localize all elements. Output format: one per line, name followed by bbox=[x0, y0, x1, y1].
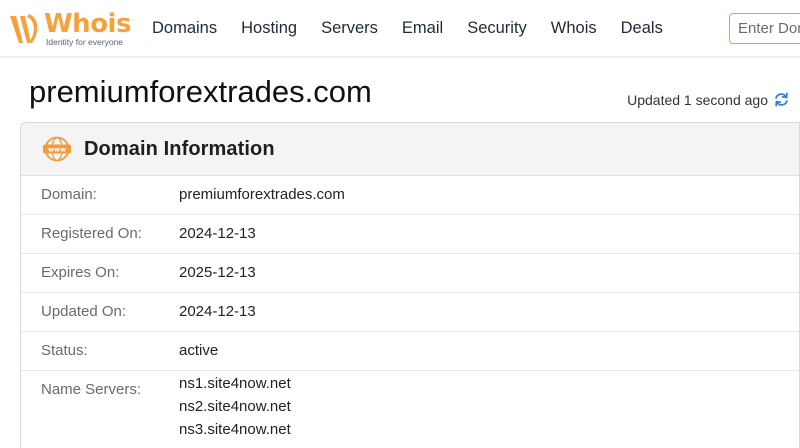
www-icon: www bbox=[43, 136, 71, 162]
nav-item-domains[interactable]: Domains bbox=[152, 19, 217, 38]
row-value: 2025-12-13 bbox=[179, 264, 256, 281]
logo-wordmark: Whois bbox=[44, 9, 131, 39]
nav-item-deals[interactable]: Deals bbox=[621, 19, 663, 38]
domain-information-card: www Domain Information Domain: premiumfo… bbox=[20, 122, 800, 448]
row-label: Domain: bbox=[41, 186, 97, 203]
update-status: Updated 1 second ago bbox=[627, 91, 790, 108]
row-label: Updated On: bbox=[41, 303, 127, 320]
info-row-name-servers: Name Servers: ns1.site4now.net ns2.site4… bbox=[21, 371, 799, 441]
row-label: Expires On: bbox=[41, 264, 120, 281]
row-label: Registered On: bbox=[41, 225, 142, 242]
row-value: 2024-12-13 bbox=[179, 225, 256, 242]
nav-item-email[interactable]: Email bbox=[402, 19, 443, 38]
domain-search-input[interactable] bbox=[729, 13, 800, 44]
nav-item-servers[interactable]: Servers bbox=[321, 19, 378, 38]
row-label: Status: bbox=[41, 342, 88, 359]
info-row-updated-on: Updated On: 2024-12-13 bbox=[21, 293, 799, 332]
top-navigation-bar: Whois Identity for everyone Domains Host… bbox=[0, 0, 800, 57]
logo-tagline: Identity for everyone bbox=[46, 37, 124, 47]
nav-item-whois[interactable]: Whois bbox=[551, 19, 597, 38]
nav-item-security[interactable]: Security bbox=[467, 19, 527, 38]
name-server-item: ns3.site4now.net bbox=[179, 421, 291, 438]
updated-text: Updated 1 second ago bbox=[627, 91, 768, 108]
row-label: Name Servers: bbox=[41, 381, 142, 398]
card-header: www Domain Information bbox=[21, 123, 799, 176]
svg-text:www: www bbox=[48, 146, 66, 154]
row-value: premiumforextrades.com bbox=[179, 186, 345, 203]
name-server-item: ns2.site4now.net bbox=[179, 398, 291, 415]
info-row-domain: Domain: premiumforextrades.com bbox=[21, 176, 799, 215]
main-nav: Domains Hosting Servers Email Security W… bbox=[140, 0, 675, 57]
row-value: 2024-12-13 bbox=[179, 303, 256, 320]
info-row-status: Status: active bbox=[21, 332, 799, 371]
card-title: Domain Information bbox=[84, 137, 275, 160]
name-server-list: ns1.site4now.net ns2.site4now.net ns3.si… bbox=[179, 371, 291, 441]
info-row-expires-on: Expires On: 2025-12-13 bbox=[21, 254, 799, 293]
whois-logo[interactable]: Whois Identity for everyone bbox=[6, 8, 131, 50]
nav-item-hosting[interactable]: Hosting bbox=[241, 19, 297, 38]
row-value: active bbox=[179, 342, 219, 359]
name-server-item: ns1.site4now.net bbox=[179, 375, 291, 392]
info-row-registered-on: Registered On: 2024-12-13 bbox=[21, 215, 799, 254]
page-title: premiumforextrades.com bbox=[29, 74, 372, 109]
refresh-icon[interactable] bbox=[773, 91, 790, 108]
logo-mark-icon bbox=[10, 14, 38, 43]
